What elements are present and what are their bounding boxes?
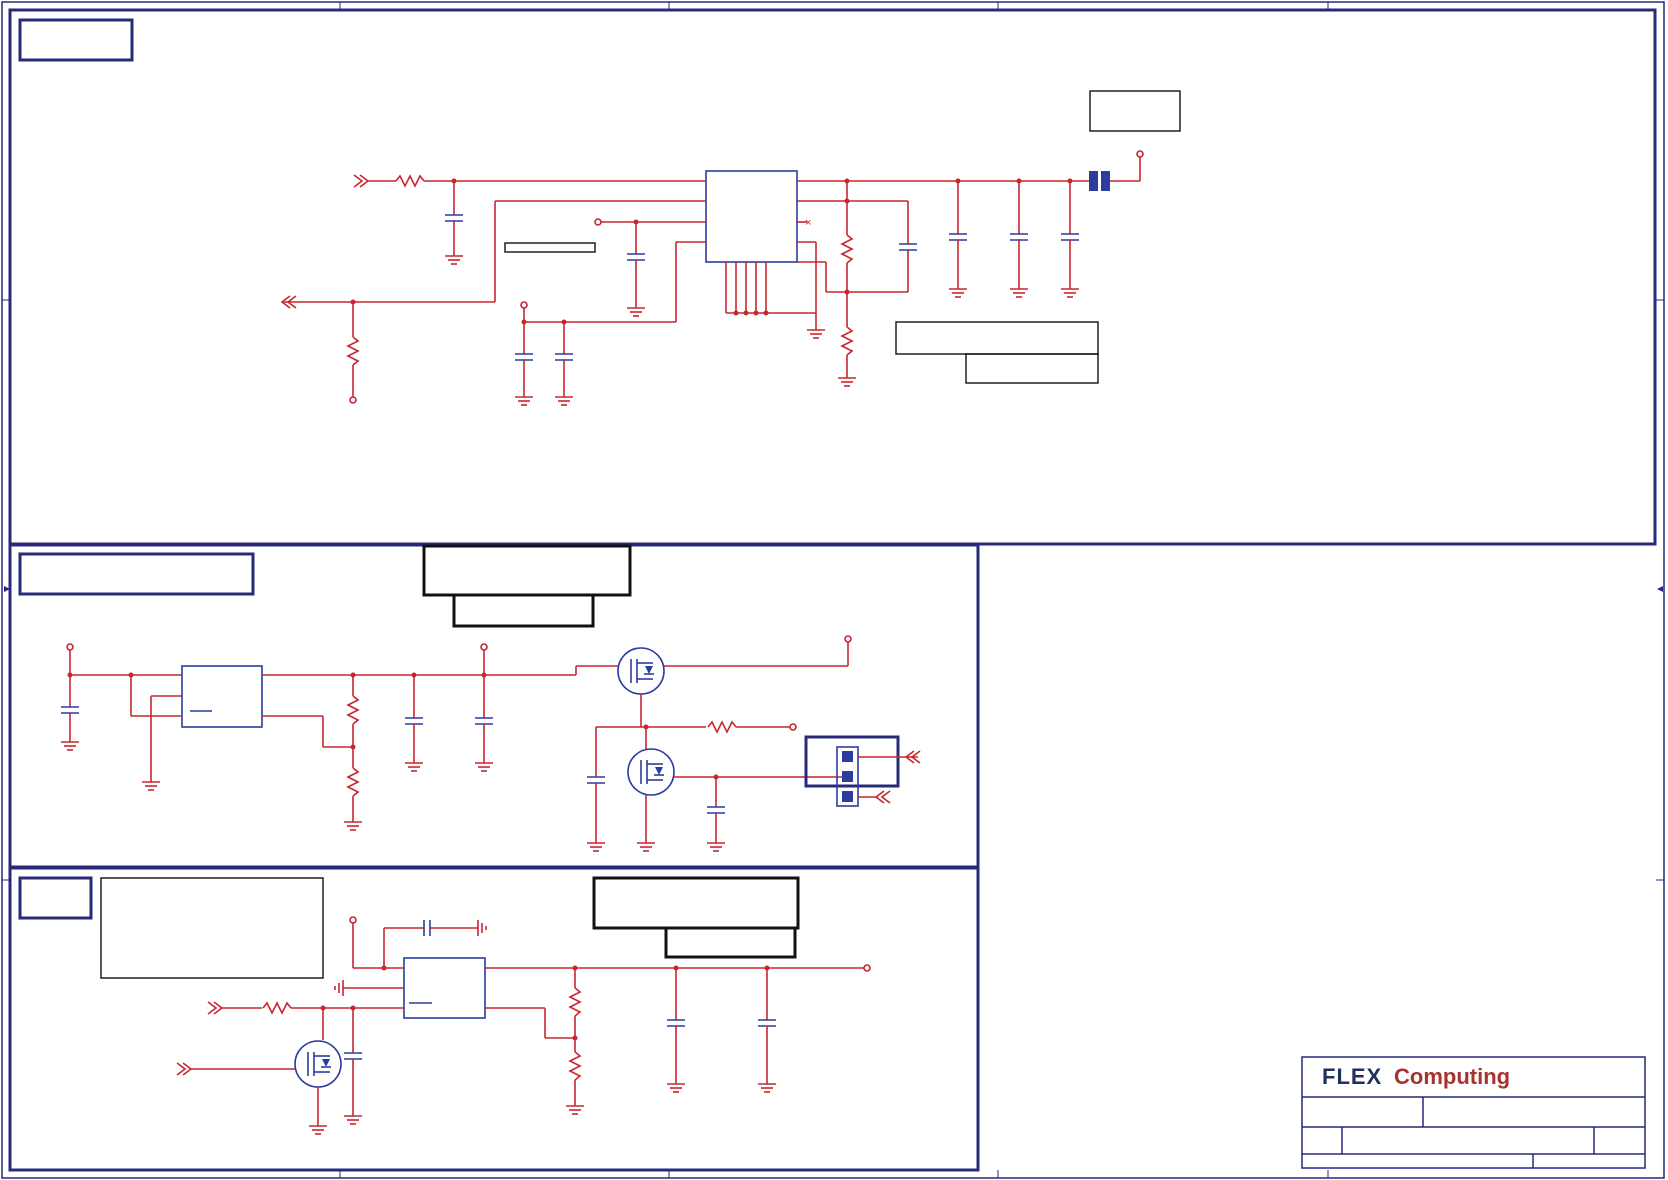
middle-section-circuit [60,544,921,852]
section-title-box-bottom [18,876,93,920]
section-title-box-middle [18,552,255,596]
top-section-circuit: × [281,90,1181,406]
note-box-lower [965,353,1099,384]
bottom-section-circuit [100,876,871,1135]
nc-mark: × [805,217,811,229]
zone-ticks [2,2,1664,1178]
title-block: FLEX Computing [1301,1056,1646,1169]
net-label-box [504,242,596,253]
jumper-pad-left [1089,171,1098,191]
schematic-sheet: × FLEX Computing [1,1,1665,1179]
note-box-bottom-left [100,877,324,979]
note-box-middle-lower [452,593,595,628]
note-box-top-right [1089,90,1181,132]
nmos-switch-icon [627,748,675,796]
zone-marker-right [1657,586,1663,592]
jumper-pad-right [1101,171,1110,191]
pmos-switch-icon [617,647,665,695]
nmos-gate-switch-icon [294,1040,342,1088]
note-box-upper [895,321,1099,355]
note-box-bottom-upper [592,876,800,930]
note-box-bottom-lower [664,926,797,959]
ldo-ic-bottom [403,957,486,1019]
logo-flex-text: FLEX [1322,1064,1382,1089]
logo-computing-text: Computing [1394,1064,1510,1089]
ldo-ic-middle [181,665,263,728]
regulator-ic-top [705,170,798,263]
section-frame-bottom [8,866,980,1172]
section-title-box-top [18,18,134,62]
section-frame-top [8,8,1657,546]
outer-border [1,1,1665,1179]
note-box-middle-upper [422,544,632,597]
